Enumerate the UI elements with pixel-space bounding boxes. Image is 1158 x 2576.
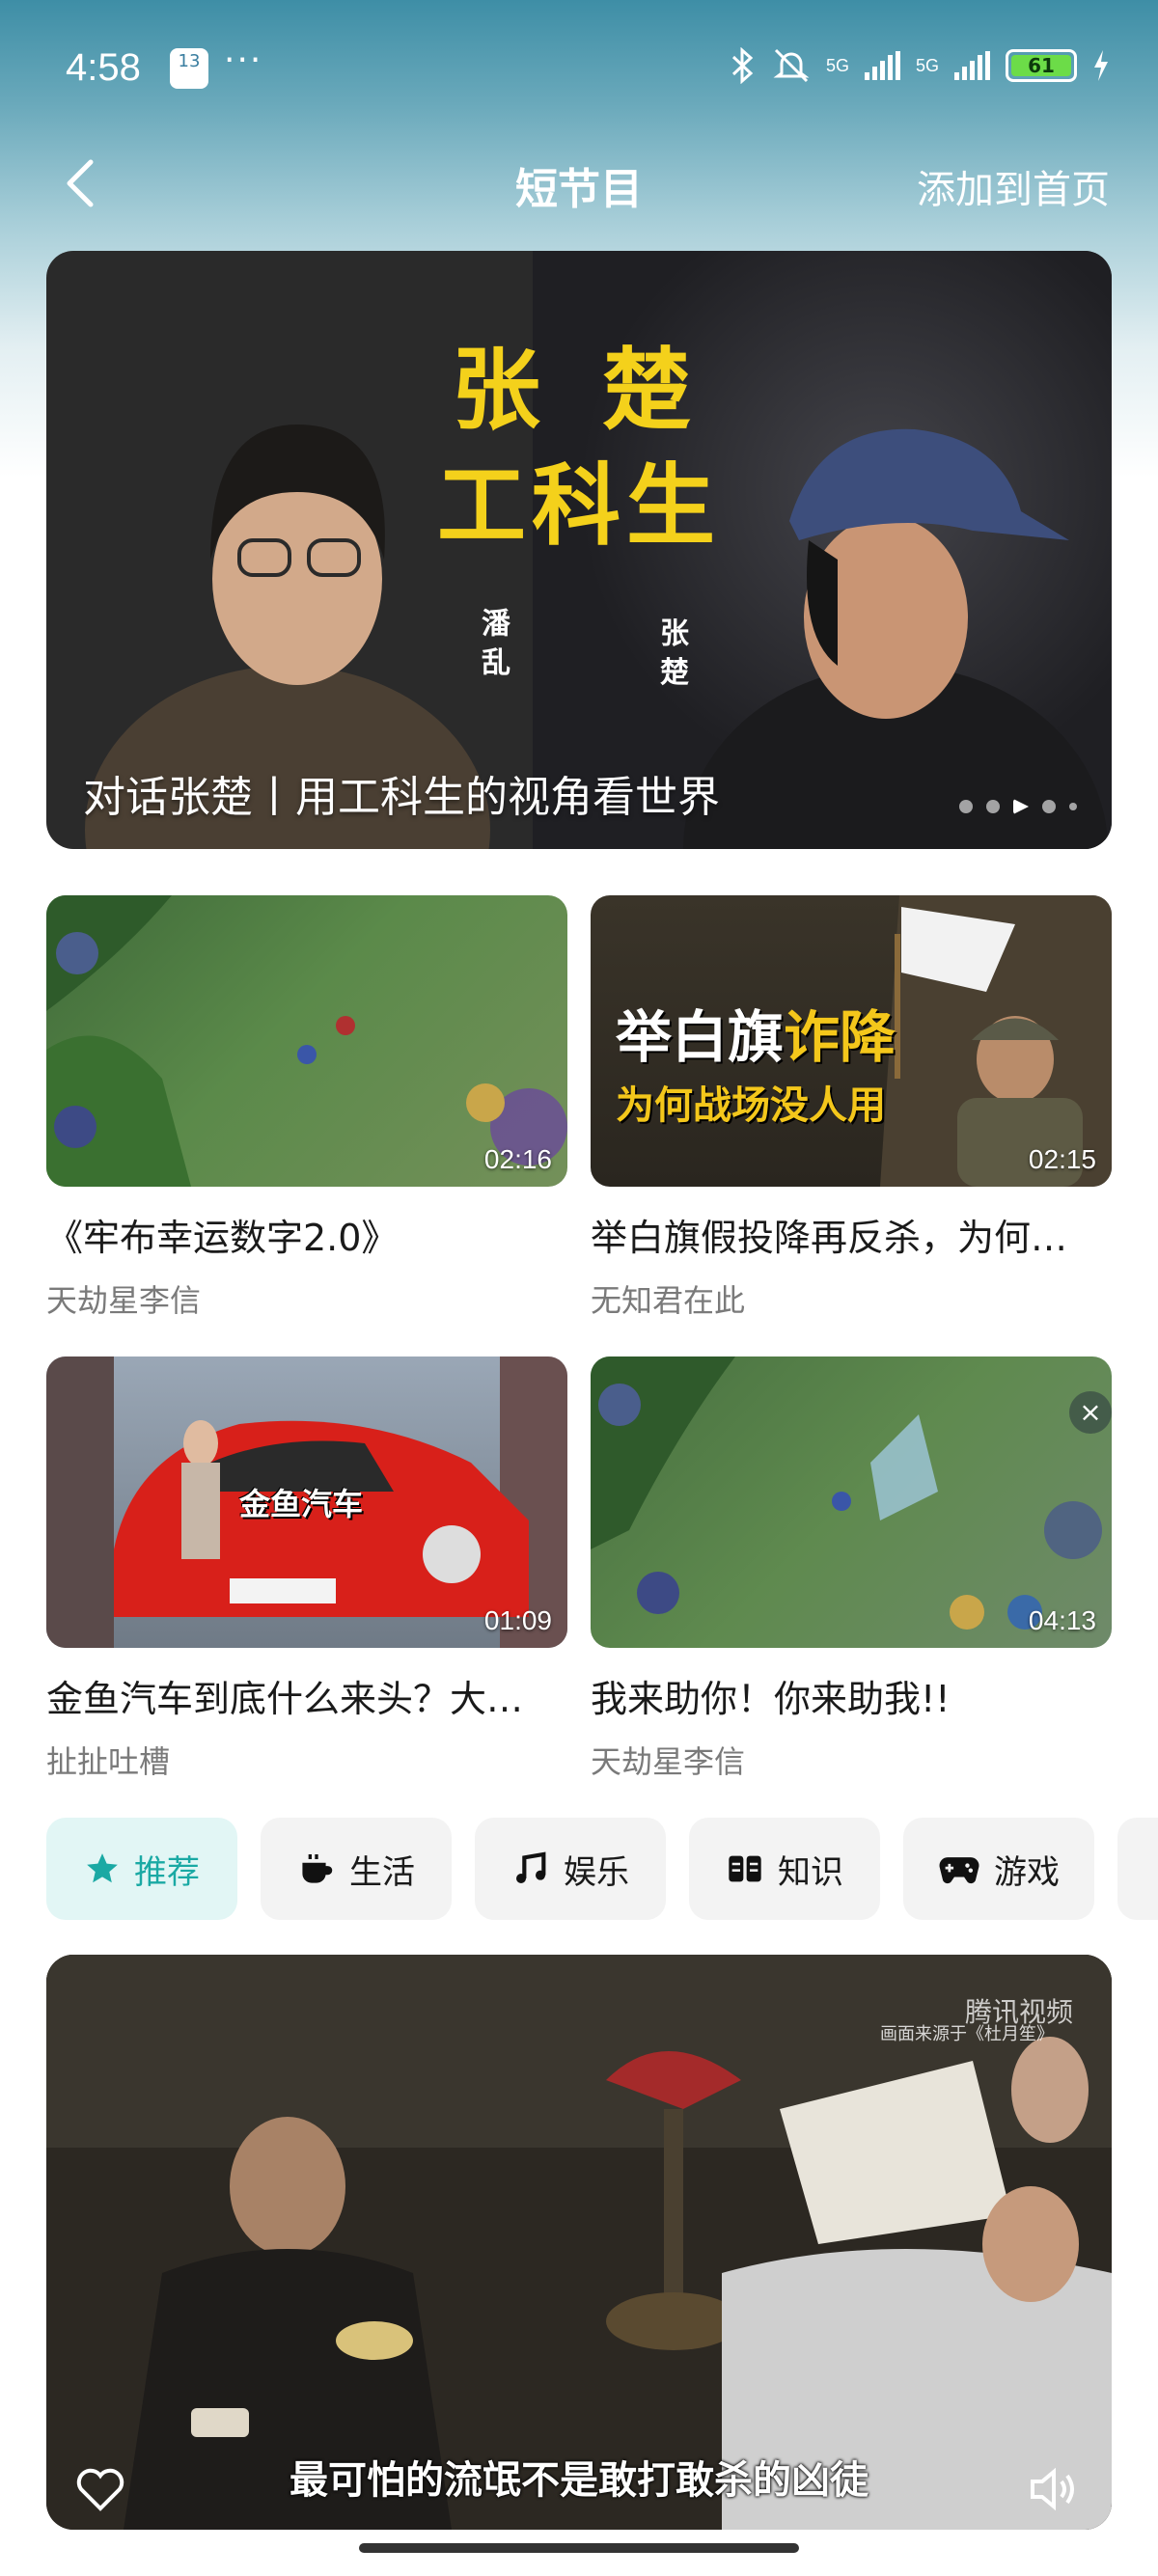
carousel-dot [986, 800, 1000, 813]
carousel-indicator [959, 799, 1077, 814]
carousel-dot [959, 800, 973, 813]
video-thumbnail: 金鱼汽车 01:09 [46, 1357, 567, 1648]
star-icon [87, 1853, 118, 1883]
status-bar: 4:58 13 ··· 5G 5G 61 [0, 0, 1158, 135]
video-title: 举白旗假投降再反杀，为何… [591, 1217, 1068, 1259]
bluetooth-icon [731, 47, 754, 84]
thumbnail-overlay-subtext: 为何战场没人用 [616, 1083, 886, 1128]
thumbnail-overlay-text: 金鱼汽车 [239, 1486, 364, 1522]
featured-banner[interactable]: 潘 乱 张 楚 张 楚 工科生 对话张楚丨用工科生的视角看世界 [46, 251, 1112, 849]
carousel-dot [1042, 800, 1056, 813]
video-thumbnail: 02:16 [46, 895, 567, 1187]
calendar-notification-icon: 13 [170, 48, 208, 89]
coffee-cup-icon [302, 1854, 333, 1883]
volume-icon[interactable] [1027, 2466, 1085, 2512]
home-indicator[interactable] [359, 2543, 799, 2553]
video-thumbnail: × 04:13 [591, 1357, 1112, 1648]
heart-icon[interactable] [75, 2466, 125, 2512]
video-duration: 02:16 [483, 1144, 552, 1174]
banner-name-tag-left: 潘 乱 [476, 608, 510, 676]
video-title: 金鱼汽车到底什么来头？大… [46, 1678, 524, 1720]
status-icons: 5G 5G 61 [730, 46, 1110, 85]
video-thumbnail: 举白旗诈降 为何战场没人用 02:15 [591, 895, 1112, 1187]
close-icon[interactable]: × [1069, 1391, 1112, 1434]
video-author: 无知君在此 [591, 1282, 746, 1319]
gamepad-icon [939, 1857, 979, 1884]
mute-bell-icon [773, 48, 810, 83]
music-note-icon [516, 1851, 546, 1883]
video-card[interactable]: 举白旗诈降 为何战场没人用 02:15 举白旗假投降再反杀，为何… 无知君在此 [591, 895, 1112, 1321]
video-duration: 04:13 [1028, 1605, 1096, 1635]
video-subtitle: 最可怕的流氓不是敢打敢杀的凶徒 [290, 2458, 868, 2503]
banner-name-tag-right: 张 楚 [654, 617, 688, 686]
tab-entertainment[interactable]: 娱乐 [475, 1818, 666, 1920]
video-title: 《牢布幸运数字2.0》 [46, 1217, 399, 1259]
video-author: 天劫星李信 [46, 1282, 202, 1319]
game-scene-illustration [591, 1357, 1102, 1630]
more-notifications-icon: ··· [224, 41, 263, 80]
banner-headline-1: 张 楚 [451, 339, 707, 442]
video-author: 扯扯吐槽 [46, 1743, 171, 1780]
network-type-1: 5G [825, 55, 849, 75]
tab-knowledge[interactable]: 知识 [689, 1818, 880, 1920]
video-player[interactable]: 腾讯视频 画面来源于《杜月笙》 最可怕的流氓不是敢打敢杀的凶徒 [46, 1955, 1112, 2530]
video-card[interactable]: 金鱼汽车 01:09 金鱼汽车到底什么来头？大… 扯扯吐槽 [46, 1357, 567, 1782]
banner-headline-2: 工科生 [436, 454, 721, 558]
tab-games[interactable]: 游戏 [903, 1818, 1094, 1920]
book-icon [729, 1855, 761, 1882]
signal-strength-2-icon [954, 51, 990, 80]
battery-icon: 61 [1006, 49, 1077, 82]
thumbnail-overlay-text: 举白旗诈降 [616, 1004, 896, 1070]
carousel-dot-active [1013, 799, 1029, 814]
charging-bolt-icon [1094, 50, 1108, 81]
network-type-2: 5G [915, 55, 939, 75]
tab-life[interactable]: 生活 [261, 1818, 452, 1920]
video-source-label: 画面来源于《杜月笙》 [880, 2024, 1054, 2044]
video-duration: 02:15 [1028, 1144, 1096, 1174]
video-duration: 01:09 [483, 1605, 552, 1635]
status-time: 4:58 [66, 46, 141, 89]
banner-caption: 对话张楚丨用工科生的视角看世界 [83, 773, 720, 822]
video-card[interactable]: × 04:13 我来助你！你来助我!! 天劫星李信 [591, 1357, 1112, 1782]
nav-header: 短节目 添加到首页 [0, 135, 1158, 232]
signal-strength-icon [864, 51, 900, 80]
video-card[interactable]: 02:16 《牢布幸运数字2.0》 天劫星李信 [46, 895, 567, 1321]
tab-recommended[interactable]: 推荐 [46, 1818, 237, 1920]
video-author: 天劫星李信 [591, 1743, 746, 1780]
carousel-dot [1069, 803, 1077, 810]
tab-more[interactable] [1117, 1818, 1158, 1920]
category-tabs: 推荐 生活 娱乐 知识 游戏 [46, 1818, 1158, 1922]
add-to-home-button[interactable]: 添加到首页 [917, 158, 1110, 214]
game-scene-illustration [46, 895, 567, 1187]
video-title: 我来助你！你来助我!! [591, 1678, 951, 1720]
